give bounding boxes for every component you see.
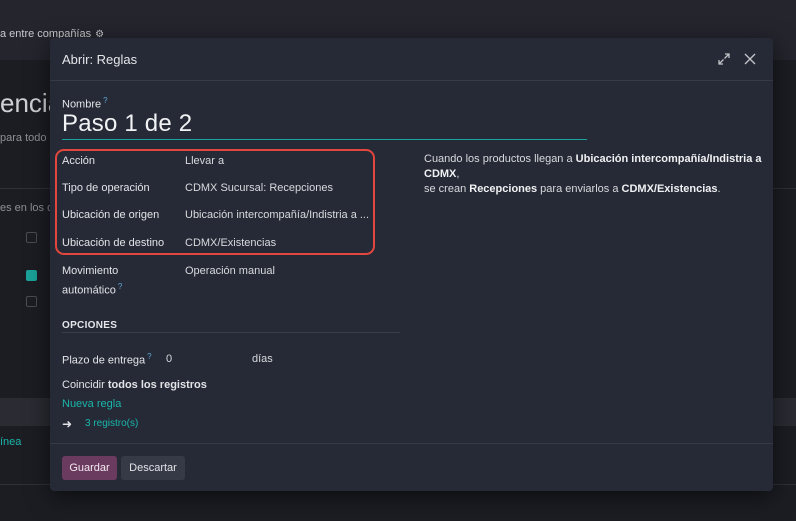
auto-move-label-line1: Movimiento bbox=[62, 265, 119, 277]
arrow-right-icon: ➜ bbox=[62, 417, 73, 431]
background-subtitle-2: es en los q bbox=[0, 202, 54, 214]
rule-description: Cuando los productos llegan a Ubicación … bbox=[424, 152, 764, 197]
options-section-title: OPCIONES bbox=[62, 320, 118, 331]
background-link: ínea bbox=[0, 436, 22, 448]
background-checkbox-checked bbox=[26, 270, 37, 281]
operation-type-value[interactable]: CDMX Sucursal: Recepciones bbox=[185, 182, 333, 194]
desc-bold: CDMX/Existencias bbox=[621, 183, 718, 195]
lead-time-unit: días bbox=[252, 353, 273, 365]
close-button[interactable] bbox=[739, 48, 761, 70]
operation-type-label: Tipo de operación bbox=[62, 182, 150, 194]
lead-time-input[interactable]: 0 bbox=[166, 353, 172, 365]
destination-location-value[interactable]: CDMX/Existencias bbox=[185, 237, 276, 249]
desc-text: para enviarlos a bbox=[537, 183, 622, 195]
help-icon[interactable]: ? bbox=[147, 352, 151, 361]
auto-move-value[interactable]: Operación manual bbox=[185, 265, 275, 277]
desc-text: se crean bbox=[424, 183, 470, 195]
action-label: Acción bbox=[62, 155, 96, 167]
match-records: Coincidir todos los registros bbox=[62, 379, 207, 391]
options-divider bbox=[62, 332, 400, 333]
dialog-header: Abrir: Reglas bbox=[50, 38, 773, 81]
lead-time-label-text: Plazo de entrega bbox=[62, 354, 146, 367]
discard-button[interactable]: Descartar bbox=[121, 456, 185, 480]
desc-bold: Recepciones bbox=[469, 183, 538, 195]
auto-move-label: Movimiento automático? bbox=[62, 264, 122, 299]
expand-icon bbox=[718, 53, 730, 65]
source-location-value[interactable]: Ubicación intercompañía/Indistria a ... bbox=[185, 209, 369, 221]
desc-text: . bbox=[717, 183, 721, 195]
new-rule-link[interactable]: Nueva regla bbox=[62, 398, 121, 410]
desc-text: Cuando los productos llegan a bbox=[424, 153, 576, 165]
destination-location-label: Ubicación de destino bbox=[62, 237, 165, 249]
help-icon[interactable]: ? bbox=[103, 96, 107, 105]
records-link[interactable]: 3 registro(s) bbox=[85, 418, 138, 429]
dialog-footer: Guardar Descartar bbox=[50, 443, 773, 491]
match-prefix: Coincidir bbox=[62, 379, 108, 391]
lead-time-label: Plazo de entrega? bbox=[62, 352, 152, 367]
help-icon[interactable]: ? bbox=[118, 282, 122, 291]
dialog-title: Abrir: Reglas bbox=[62, 51, 138, 67]
desc-text: , bbox=[456, 168, 460, 180]
source-location-label: Ubicación de origen bbox=[62, 209, 160, 221]
auto-move-label-line2: automático bbox=[62, 284, 116, 297]
expand-button[interactable] bbox=[713, 48, 735, 70]
match-records-link[interactable]: todos los registros bbox=[108, 379, 207, 391]
action-value[interactable]: Llevar a bbox=[185, 155, 224, 167]
rules-dialog: Abrir: Reglas Nombre? Paso 1 de 2 Acción… bbox=[50, 38, 773, 491]
save-button[interactable]: Guardar bbox=[62, 456, 117, 480]
background-subtitle: para todo bbox=[0, 132, 47, 144]
background-checkbox bbox=[26, 232, 37, 243]
close-icon bbox=[744, 53, 756, 65]
background-checkbox bbox=[26, 296, 37, 307]
dialog-body: Nombre? Paso 1 de 2 Acción Llevar a Tipo… bbox=[50, 81, 773, 446]
name-input[interactable]: Paso 1 de 2 bbox=[62, 108, 587, 140]
